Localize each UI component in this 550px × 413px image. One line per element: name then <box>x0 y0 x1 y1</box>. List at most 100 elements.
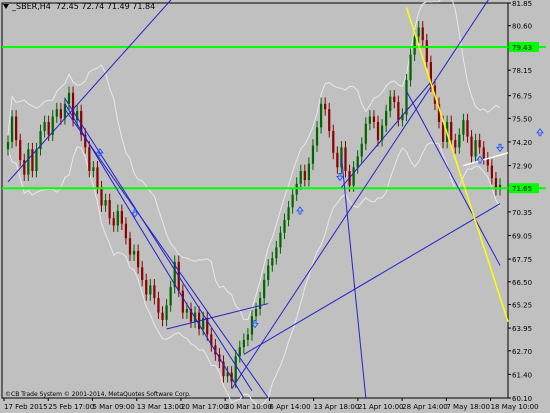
candle-body[interactable] <box>246 334 250 340</box>
candle-body[interactable] <box>344 147 347 171</box>
candle-body[interactable] <box>55 109 58 117</box>
candle-body[interactable] <box>470 136 473 157</box>
candle-body[interactable] <box>88 147 91 171</box>
candle-body[interactable] <box>413 36 416 55</box>
candle-body[interactable] <box>116 210 119 226</box>
candle-body[interactable] <box>279 232 282 248</box>
candle-body[interactable] <box>397 101 400 121</box>
candle-body[interactable] <box>315 127 319 146</box>
candle-body[interactable] <box>409 54 412 81</box>
candle-body[interactable] <box>336 152 339 168</box>
candle-body[interactable] <box>15 116 18 141</box>
candle-body[interactable] <box>149 285 152 295</box>
candle-body[interactable] <box>6 141 10 150</box>
chart-window[interactable]: 81.85 80.60 79.43 78.15 76.75 75.50 74.20 72.90… <box>0 0 550 413</box>
candle-body[interactable] <box>303 170 306 181</box>
candle-body[interactable] <box>161 312 164 320</box>
candle-body[interactable] <box>275 247 278 259</box>
trend-line[interactable] <box>64 98 253 392</box>
candle-body[interactable] <box>372 116 376 122</box>
candle-body[interactable] <box>328 109 331 132</box>
candle-body[interactable] <box>482 147 485 159</box>
candle-body[interactable] <box>145 279 148 295</box>
candle-body[interactable] <box>112 218 115 226</box>
candle-body[interactable] <box>92 167 95 171</box>
candle-body[interactable] <box>35 149 38 171</box>
candle-body[interactable] <box>181 290 184 313</box>
candle-body[interactable] <box>136 250 140 268</box>
candle-body[interactable] <box>425 40 428 63</box>
candle-body[interactable] <box>238 347 241 357</box>
candle-body[interactable] <box>319 103 323 128</box>
candle-body[interactable] <box>417 27 420 37</box>
candle-body[interactable] <box>287 207 290 221</box>
candle-body[interactable] <box>157 298 160 313</box>
candle-body[interactable] <box>96 167 99 188</box>
candle-body[interactable] <box>307 163 311 181</box>
candle-body[interactable] <box>490 165 493 179</box>
trend-line[interactable] <box>340 156 367 399</box>
down-arrow-icon <box>336 172 344 182</box>
white-trend-line[interactable] <box>463 152 509 167</box>
candle-body[interactable] <box>141 267 144 280</box>
candle-body[interactable] <box>19 140 22 161</box>
candle-body[interactable] <box>368 116 372 124</box>
candle-body[interactable] <box>299 170 302 184</box>
candle-body[interactable] <box>360 143 363 157</box>
candle-body[interactable] <box>59 109 62 119</box>
candle-body[interactable] <box>124 223 128 239</box>
candle-body[interactable] <box>128 238 132 255</box>
candle-body[interactable] <box>43 121 46 132</box>
trend-line[interactable] <box>406 90 501 266</box>
trend-line[interactable] <box>341 81 432 188</box>
candle-body[interactable] <box>352 167 355 186</box>
candle-body[interactable] <box>324 103 327 110</box>
price-chart[interactable]: 81.85 80.60 79.43 78.15 76.75 75.50 74.20 72.90… <box>0 0 550 413</box>
candle-body[interactable] <box>283 220 286 233</box>
candle-body[interactable] <box>267 265 270 280</box>
candle-body[interactable] <box>393 96 396 102</box>
candle-body[interactable] <box>169 287 172 306</box>
candle-body[interactable] <box>258 298 262 310</box>
candle-body[interactable] <box>385 111 388 126</box>
trend-line[interactable] <box>64 108 269 399</box>
dropdown-triangle-icon[interactable] <box>3 4 9 9</box>
candle-body[interactable] <box>462 120 465 135</box>
candle-body[interactable] <box>27 149 30 175</box>
candle-body[interactable] <box>474 140 477 157</box>
candle-body[interactable] <box>466 120 469 137</box>
candle-body[interactable] <box>10 116 14 142</box>
yellow-trend-line[interactable] <box>405 7 509 322</box>
candle-body[interactable] <box>185 309 189 313</box>
candle-body[interactable] <box>458 134 461 148</box>
candle-body[interactable] <box>242 339 245 348</box>
candle-body[interactable] <box>250 316 254 335</box>
candle-body[interactable] <box>254 309 258 317</box>
candle-body[interactable] <box>356 156 359 168</box>
candle-body[interactable] <box>332 131 335 153</box>
candle-body[interactable] <box>47 121 50 135</box>
candle-body[interactable] <box>421 27 424 41</box>
candle-body[interactable] <box>263 279 266 299</box>
candle-body[interactable] <box>108 200 111 219</box>
candle-body[interactable] <box>165 305 168 320</box>
candle-body[interactable] <box>100 187 103 206</box>
candle-body[interactable] <box>132 250 136 255</box>
candle-body[interactable] <box>454 140 457 148</box>
trend-line[interactable] <box>243 203 501 355</box>
candle-body[interactable] <box>67 92 71 104</box>
candle-body[interactable] <box>271 258 274 266</box>
candle-body[interactable] <box>450 121 453 141</box>
candle-body[interactable] <box>234 356 237 382</box>
candle-body[interactable] <box>31 149 34 171</box>
candle-body[interactable] <box>364 123 367 144</box>
candle-body[interactable] <box>311 145 315 164</box>
candle-body[interactable] <box>376 121 380 141</box>
candle-body[interactable] <box>104 200 107 206</box>
candle-body[interactable] <box>153 285 156 299</box>
candle-body[interactable] <box>389 96 392 112</box>
trend-line[interactable] <box>231 0 500 390</box>
candle-body[interactable] <box>120 210 123 224</box>
candle-body[interactable] <box>478 140 481 148</box>
candle-body[interactable] <box>291 194 294 208</box>
